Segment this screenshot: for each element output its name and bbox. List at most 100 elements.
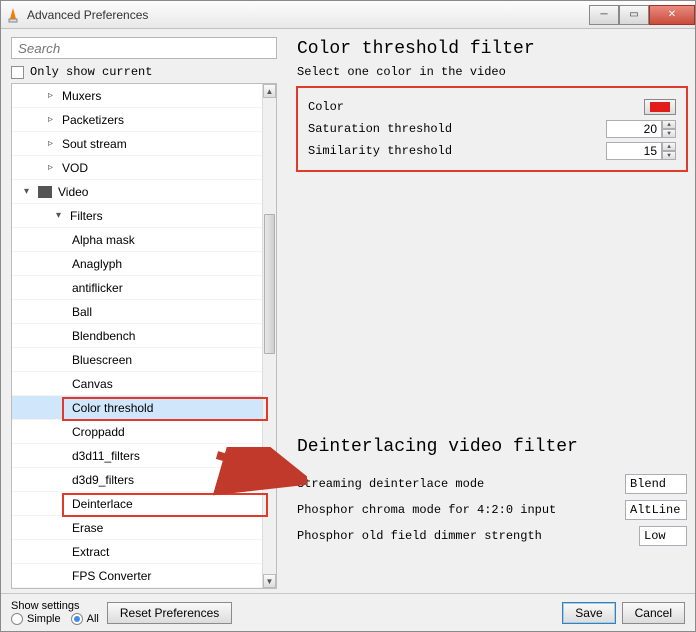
similarity-spinner[interactable]: ▲▼: [606, 142, 676, 160]
reset-button[interactable]: Reset Preferences: [107, 602, 232, 624]
scroll-thumb[interactable]: [264, 214, 275, 354]
save-button[interactable]: Save: [562, 602, 615, 624]
color-threshold-panel: Color Saturation threshold ▲▼ Similarity…: [297, 87, 687, 171]
tree-item[interactable]: antiflicker: [12, 276, 262, 300]
show-settings-group: Show settings Simple All: [11, 600, 99, 625]
right-panel: Color threshold filter Select one color …: [283, 29, 695, 593]
radio-simple[interactable]: [11, 613, 23, 625]
saturation-spinner[interactable]: ▲▼: [606, 120, 676, 138]
tree-item[interactable]: d3d11_filters: [12, 444, 262, 468]
tree: ▹ Muxers ▹ Packetizers ▹ Sout stream ▹ VOD ▾ Vide…: [11, 83, 277, 589]
preferences-window: Advanced Preferences ─ ▭ ✕ Only show cur…: [0, 0, 696, 632]
search-input[interactable]: [11, 37, 277, 59]
similarity-label: Similarity threshold: [308, 144, 606, 158]
tree-item[interactable]: Erase: [12, 516, 262, 540]
expand-icon: ▹: [48, 114, 58, 125]
saturation-input[interactable]: [606, 120, 662, 138]
close-button[interactable]: ✕: [649, 5, 695, 25]
tree-item-label: Alpha mask: [72, 233, 135, 247]
tree-item[interactable]: ▹ Packetizers: [12, 108, 262, 132]
expand-icon: ▹: [48, 138, 58, 149]
expand-icon: ▾: [24, 186, 34, 197]
sim-up-icon[interactable]: ▲: [662, 142, 676, 151]
tree-item-label: antiflicker: [72, 281, 123, 295]
tree-item-label: d3d11_filters: [72, 449, 140, 463]
only-current-checkbox[interactable]: [11, 66, 24, 79]
tree-item[interactable]: ▹ Sout stream: [12, 132, 262, 156]
only-current-label: Only show current: [30, 65, 152, 79]
show-settings-label: Show settings: [11, 600, 99, 612]
tree-item[interactable]: Deinterlace: [12, 492, 262, 516]
sat-up-icon[interactable]: ▲: [662, 120, 676, 129]
tree-item-label: Croppadd: [72, 425, 125, 439]
tree-scrollbar[interactable]: ▲ ▼: [262, 84, 276, 588]
tree-item[interactable]: ▹ VOD: [12, 156, 262, 180]
content-area: Only show current ▹ Muxers ▹ Packetizers ▹ So…: [1, 29, 695, 593]
app-icon: [5, 7, 21, 23]
sim-down-icon[interactable]: ▼: [662, 151, 676, 160]
scroll-down-button[interactable]: ▼: [263, 574, 276, 588]
window-controls: ─ ▭ ✕: [589, 5, 695, 25]
scroll-up-button[interactable]: ▲: [263, 84, 276, 98]
tree-item[interactable]: Color threshold: [12, 396, 262, 420]
deint-mode-label: Streaming deinterlace mode: [297, 477, 625, 491]
radio-simple-label: Simple: [27, 613, 61, 625]
tree-item-label: d3d9_filters: [72, 473, 134, 487]
deint-mode-combo[interactable]: Blend: [625, 474, 687, 494]
radio-all[interactable]: [71, 613, 83, 625]
tree-item[interactable]: Alpha mask: [12, 228, 262, 252]
phosphor-chroma-label: Phosphor chroma mode for 4:2:0 input: [297, 503, 625, 517]
tree-item-label: Extract: [72, 545, 109, 559]
tree-item-label: Blendbench: [72, 329, 135, 343]
tree-item-label: Canvas: [72, 377, 113, 391]
video-icon: [38, 186, 52, 198]
maximize-button[interactable]: ▭: [619, 5, 649, 25]
phosphor-dimmer-label: Phosphor old field dimmer strength: [297, 529, 639, 543]
section1-title: Color threshold filter: [297, 39, 687, 59]
tree-item[interactable]: Anaglyph: [12, 252, 262, 276]
tree-item-label: VOD: [62, 161, 88, 175]
tree-item[interactable]: d3d9_filters: [12, 468, 262, 492]
footer: Show settings Simple All Reset Preferenc…: [1, 593, 695, 631]
expand-icon: ▾: [56, 210, 66, 221]
tree-item[interactable]: FPS Converter: [12, 564, 262, 588]
tree-item[interactable]: Blendbench: [12, 324, 262, 348]
expand-icon: ▹: [48, 90, 58, 101]
minimize-button[interactable]: ─: [589, 5, 619, 25]
expand-icon: ▹: [48, 162, 58, 173]
cancel-button[interactable]: Cancel: [622, 602, 685, 624]
section1-subtitle: Select one color in the video: [297, 65, 687, 79]
phosphor-dimmer-combo[interactable]: Low: [639, 526, 687, 546]
tree-item-label: Sout stream: [62, 137, 127, 151]
tree-item-label: Ball: [72, 305, 92, 319]
section2-title: Deinterlacing video filter: [297, 437, 687, 457]
tree-item[interactable]: Croppadd: [12, 420, 262, 444]
tree-item-label: Video: [58, 185, 88, 199]
titlebar: Advanced Preferences ─ ▭ ✕: [1, 1, 695, 29]
tree-item[interactable]: Bluescreen: [12, 348, 262, 372]
tree-item-label: Erase: [72, 521, 103, 535]
saturation-label: Saturation threshold: [308, 122, 606, 136]
tree-item[interactable]: ▾ Video: [12, 180, 262, 204]
similarity-input[interactable]: [606, 142, 662, 160]
tree-item[interactable]: ▹ Muxers: [12, 84, 262, 108]
color-swatch: [650, 102, 670, 112]
tree-item[interactable]: ▾Filters: [12, 204, 262, 228]
tree-item[interactable]: Extract: [12, 540, 262, 564]
left-panel: Only show current ▹ Muxers ▹ Packetizers ▹ So…: [1, 29, 283, 593]
tree-item[interactable]: Ball: [12, 300, 262, 324]
tree-item-label: FPS Converter: [72, 569, 151, 583]
tree-item-label: Color threshold: [72, 401, 153, 415]
tree-item-label: Deinterlace: [72, 497, 133, 511]
tree-item-label: Anaglyph: [72, 257, 122, 271]
color-label: Color: [308, 100, 644, 114]
window-title: Advanced Preferences: [27, 8, 589, 22]
tree-item-label: Muxers: [62, 89, 101, 103]
only-current-row[interactable]: Only show current: [11, 65, 277, 79]
phosphor-chroma-combo[interactable]: AltLine: [625, 500, 687, 520]
tree-item[interactable]: Canvas: [12, 372, 262, 396]
color-picker-button[interactable]: [644, 99, 676, 115]
sat-down-icon[interactable]: ▼: [662, 129, 676, 138]
tree-item-label: Bluescreen: [72, 353, 132, 367]
tree-item-label: Packetizers: [62, 113, 124, 127]
